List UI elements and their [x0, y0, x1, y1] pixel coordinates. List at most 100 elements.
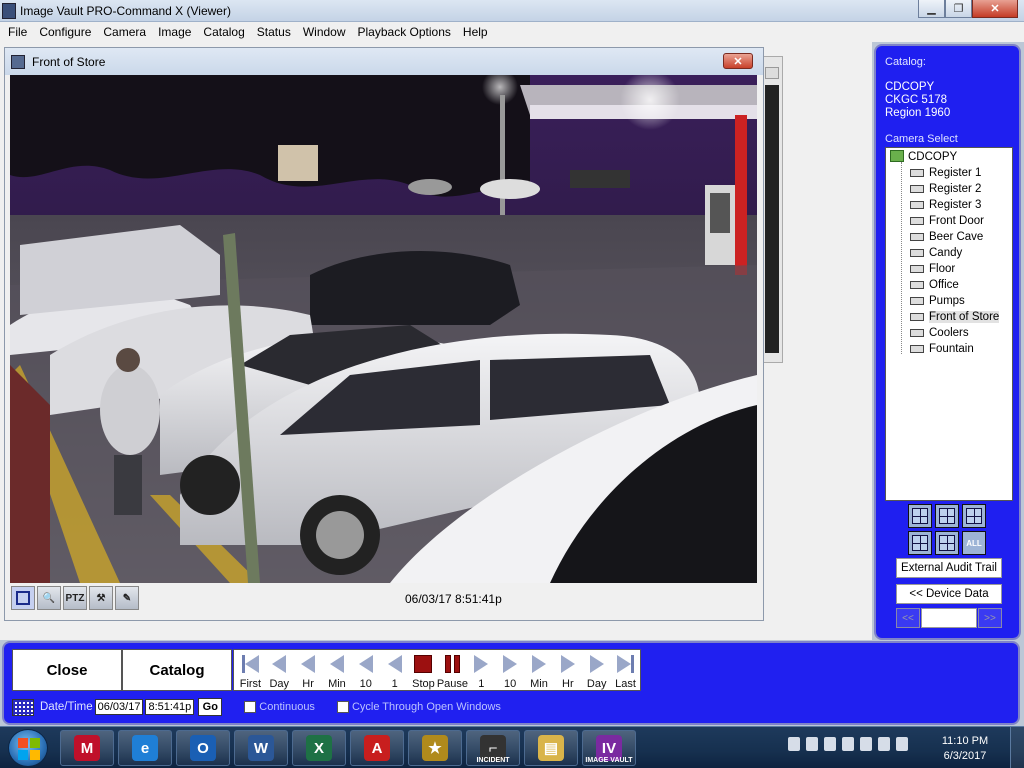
catalog-info: CDCOPY CKGC 5178 Region 1960	[885, 81, 950, 120]
show-desktop-button[interactable]	[1010, 727, 1024, 768]
find-next-button[interactable]: >>	[978, 608, 1002, 628]
tray-device-icon[interactable]	[824, 737, 836, 751]
taskbar-app-excel[interactable]: X	[292, 730, 346, 766]
tray-printer-icon[interactable]	[842, 737, 854, 751]
layout-grid: ALL	[908, 504, 986, 555]
menu-file[interactable]: File	[2, 25, 33, 39]
background-window-feed	[765, 85, 779, 353]
camera-register-2[interactable]: Register 2	[910, 181, 981, 197]
camera-fountain[interactable]: Fountain	[910, 341, 974, 357]
maximize-button[interactable]: ❐	[945, 0, 972, 18]
tray-flag-icon[interactable]	[806, 737, 818, 751]
camera-pumps[interactable]: Pumps	[910, 293, 965, 309]
camera-coolers[interactable]: Coolers	[910, 325, 969, 341]
taskbar-app-outlook[interactable]: O	[176, 730, 230, 766]
start-button[interactable]	[8, 729, 48, 767]
menu-catalog[interactable]: Catalog	[197, 25, 250, 39]
time-input[interactable]: 8:51:41p	[145, 699, 195, 715]
catalog-button[interactable]: Catalog	[122, 649, 232, 691]
forward-minute-button[interactable]: Min	[525, 650, 554, 690]
cycle-windows-label: Cycle Through Open Windows	[351, 701, 501, 713]
clock[interactable]: 11:10 PM 6/3/2017	[932, 734, 998, 764]
layout-2x2-button[interactable]	[908, 504, 932, 528]
datetime-label: Date/Time	[40, 701, 93, 713]
tray-volume-icon[interactable]	[878, 737, 890, 751]
go-button[interactable]: Go	[198, 698, 223, 716]
back-minute-button[interactable]: Min	[323, 650, 352, 690]
forward-hour-button[interactable]: Hr	[553, 650, 582, 690]
layout-all-button[interactable]: ALL	[962, 531, 986, 555]
tray-arrow-icon[interactable]	[788, 737, 800, 751]
layout-diagonal-button[interactable]	[935, 531, 959, 555]
menu-configure[interactable]: Configure	[33, 25, 97, 39]
taskbar-app-internet-explorer[interactable]: e	[118, 730, 172, 766]
menu-status[interactable]: Status	[251, 25, 297, 39]
tree-root[interactable]: CDCOPY	[890, 150, 957, 163]
camera-floor[interactable]: Floor	[910, 261, 955, 277]
calendar-icon[interactable]	[12, 698, 34, 716]
tray-network-icon[interactable]	[860, 737, 872, 751]
back-hour-button[interactable]: Hr	[294, 650, 323, 690]
forward-1-label: 1	[478, 678, 485, 690]
camera-label: Coolers	[929, 327, 969, 339]
find-button[interactable]: Find	[921, 608, 977, 628]
camera-tree: CDCOPY Register 1 Register 2 Register 3 …	[885, 147, 1013, 501]
back-day-button[interactable]: Day	[265, 650, 294, 690]
tray-signal-icon[interactable]	[896, 737, 908, 751]
back-1-button[interactable]: 1	[380, 650, 409, 690]
taskbar-app-incident[interactable]: ⌐ INCIDENT	[466, 730, 520, 766]
camera-window-close-button[interactable]: ✕	[723, 53, 753, 69]
layout-4x4-button[interactable]	[962, 504, 986, 528]
camera-register-1[interactable]: Register 1	[910, 165, 981, 181]
date-input[interactable]: 06/03/17	[94, 699, 144, 715]
zoom-tool-button[interactable]: 🔍	[37, 586, 61, 610]
external-audit-trail-button[interactable]: External Audit Trail	[896, 558, 1002, 578]
camera-beer-cave[interactable]: Beer Cave	[910, 229, 983, 245]
forward-day-button[interactable]: Day	[582, 650, 611, 690]
playback-controls: First Day Hr Min 10 1 Stop Pause 1 10 Mi…	[233, 649, 641, 691]
tools-button[interactable]: ⚒	[89, 586, 113, 610]
camera-label: Pumps	[929, 295, 965, 307]
taskbar-app-image-vault[interactable]: IV IMAGE VAULT	[582, 730, 636, 766]
pause-button[interactable]: Pause	[437, 650, 468, 690]
stop-icon	[414, 655, 433, 673]
camera-front-of-store[interactable]: Front of Store	[910, 309, 1000, 325]
back-10-button[interactable]: 10	[351, 650, 380, 690]
device-data-button[interactable]: << Device Data	[896, 584, 1002, 604]
cycle-windows-checkbox[interactable]	[336, 701, 349, 713]
find-previous-button[interactable]: <<	[896, 608, 920, 628]
menu-help[interactable]: Help	[457, 25, 494, 39]
menu-image[interactable]: Image	[152, 25, 197, 39]
forward-1-button[interactable]: 1	[467, 650, 496, 690]
minimize-button[interactable]: ▁	[918, 0, 945, 18]
taskbar-app-file-explorer[interactable]: ▤	[524, 730, 578, 766]
close-window-button[interactable]: ✕	[972, 0, 1018, 18]
ptz-button[interactable]: PTZ	[63, 586, 87, 610]
layout-3x3-button[interactable]	[935, 504, 959, 528]
layout-mixed-button[interactable]	[908, 531, 932, 555]
taskbar-app-motorola[interactable]: M	[60, 730, 114, 766]
camera-label: Beer Cave	[929, 231, 984, 243]
taskbar-app-acrobat[interactable]: A	[350, 730, 404, 766]
notes-button[interactable]: ✎	[115, 586, 139, 610]
first-button[interactable]: First	[236, 650, 265, 690]
camera-office[interactable]: Office	[910, 277, 959, 293]
camera-register-3[interactable]: Register 3	[910, 197, 981, 213]
outlook-icon: O	[190, 735, 216, 761]
continuous-checkbox[interactable]	[244, 701, 257, 713]
menu-camera[interactable]: Camera	[97, 25, 152, 39]
last-button[interactable]: Last	[611, 650, 640, 690]
taskbar-app-police-badge[interactable]: ★	[408, 730, 462, 766]
camera-candy[interactable]: Candy	[910, 245, 962, 261]
taskbar-app-word[interactable]: W	[234, 730, 288, 766]
forward-10-button[interactable]: 10	[496, 650, 525, 690]
stop-label: Stop	[412, 678, 435, 690]
close-button[interactable]: Close	[12, 649, 122, 691]
menu-window[interactable]: Window	[297, 25, 352, 39]
stop-button[interactable]: Stop	[409, 650, 438, 690]
camera-window-titlebar[interactable]: Front of Store ✕	[5, 48, 763, 75]
select-tool-button[interactable]	[11, 586, 35, 610]
camera-front-door[interactable]: Front Door	[910, 213, 984, 229]
camera-window: Front of Store ✕ 🔍 PTZ ⚒ ✎ 06/03/17 8:51…	[4, 47, 764, 621]
menu-playback-options[interactable]: Playback Options	[352, 25, 457, 39]
